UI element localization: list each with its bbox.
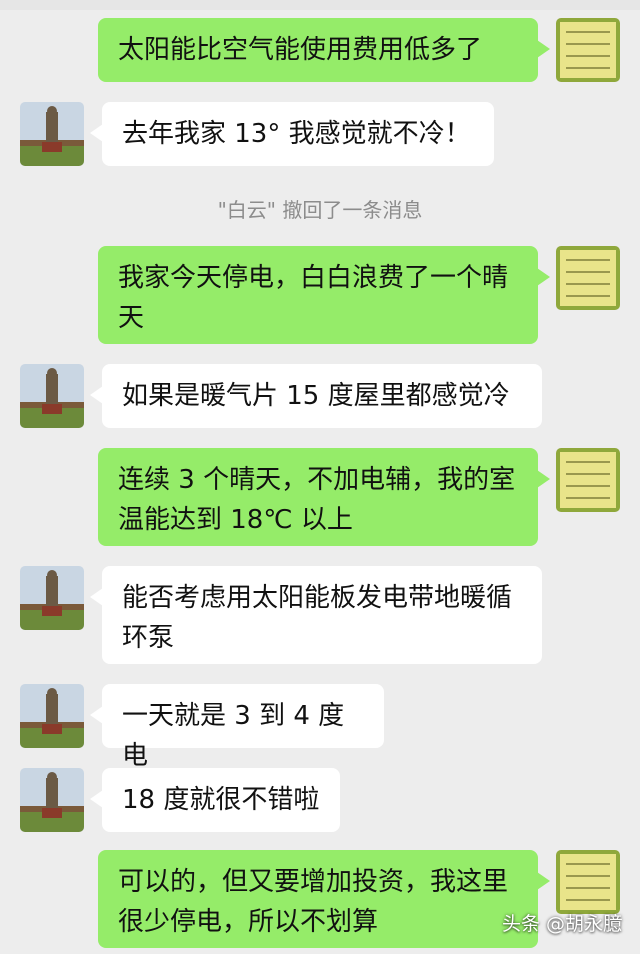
message-bubble-received[interactable]: 能否考虑用太阳能板发电带地暖循环泵 [90, 566, 542, 664]
statue-avatar-icon [20, 768, 84, 832]
message-bubble-sent[interactable]: 连续 3 个晴天，不加电辅，我的室温能达到 18℃ 以上 [98, 448, 550, 546]
other-avatar[interactable] [20, 684, 84, 748]
other-avatar[interactable] [20, 768, 84, 832]
message-bubble-received[interactable]: 一天就是 3 到 4 度电 [90, 684, 384, 771]
calligraphy-avatar-icon [556, 246, 620, 310]
message-bubble-sent[interactable]: 可以的，但又要增加投资，我这里很少停电，所以不划算 [98, 850, 550, 948]
my-avatar[interactable] [556, 246, 620, 310]
calligraphy-avatar-icon [556, 448, 620, 512]
my-avatar[interactable] [556, 18, 620, 82]
message-bubble-sent[interactable]: 我家今天停电，白白浪费了一个晴天 [98, 246, 550, 344]
message-bubble-sent[interactable]: 太阳能比空气能使用费用低多了 [98, 18, 550, 82]
other-avatar[interactable] [20, 566, 84, 630]
top-edge [0, 0, 640, 10]
message-bubble-received[interactable]: 18 度就很不错啦 [90, 768, 340, 832]
other-avatar[interactable] [20, 364, 84, 428]
statue-avatar-icon [20, 684, 84, 748]
watermark: 头条 @胡永臆 [501, 913, 622, 935]
my-avatar[interactable] [556, 448, 620, 512]
message-bubble-received[interactable]: 如果是暖气片 15 度屋里都感觉冷 [90, 364, 542, 428]
system-recall-notice: "白云" 撤回了一条消息 [217, 198, 423, 222]
message-bubble-received[interactable]: 去年我家 13° 我感觉就不冷！ [90, 102, 494, 166]
statue-avatar-icon [20, 364, 84, 428]
statue-avatar-icon [20, 102, 84, 166]
statue-avatar-icon [20, 566, 84, 630]
calligraphy-avatar-icon [556, 18, 620, 82]
my-avatar[interactable] [556, 850, 620, 914]
calligraphy-avatar-icon [556, 850, 620, 914]
other-avatar[interactable] [20, 102, 84, 166]
